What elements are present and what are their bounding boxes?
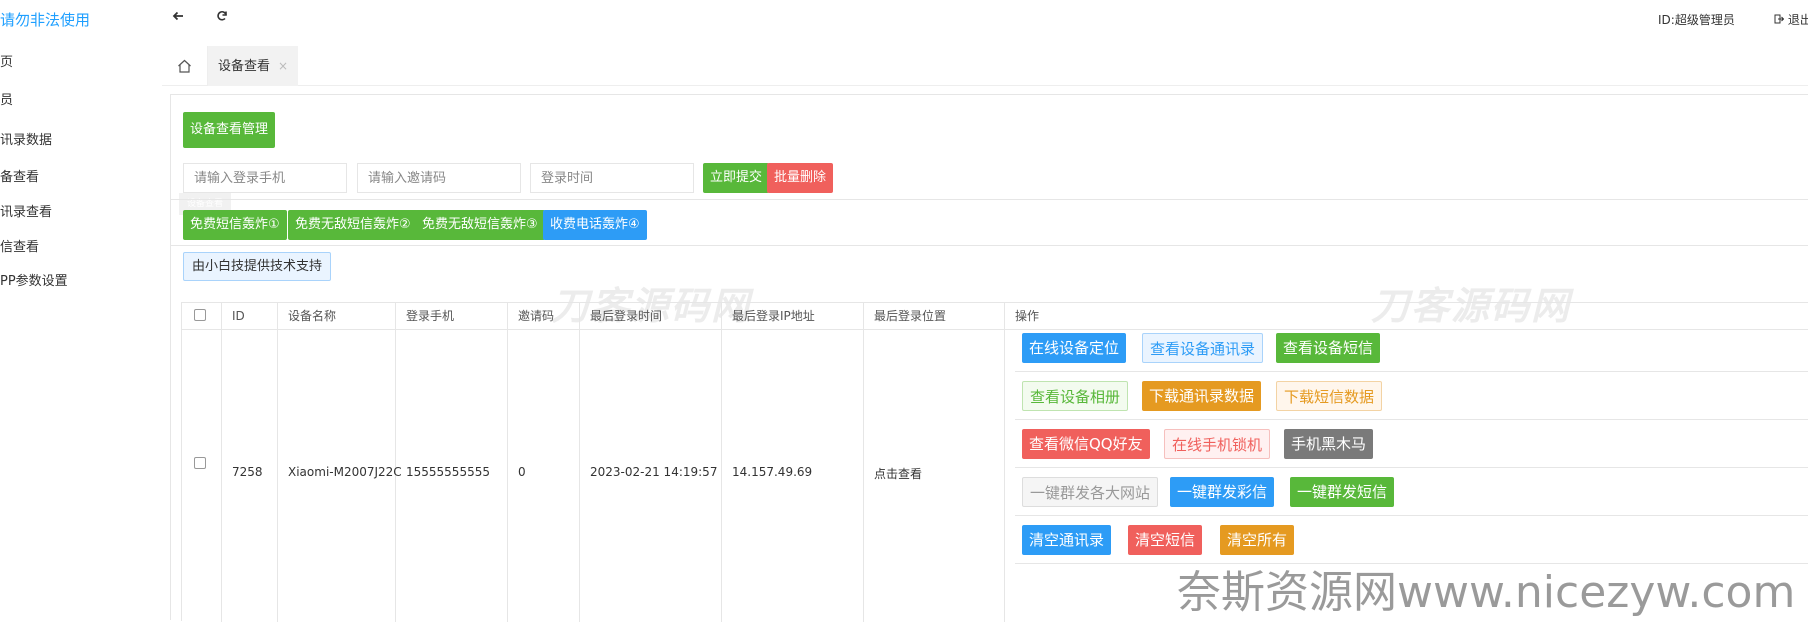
cell-phone: 15555555555	[396, 330, 508, 622]
header-last-loc: 最后登录位置	[864, 303, 1005, 330]
support-badge: 由小白技提供技术支持	[183, 252, 332, 281]
mass-mms-button[interactable]: 一键群发彩信	[1170, 477, 1275, 507]
header-last-time: 最后登录时间	[580, 303, 722, 330]
tab-device-view[interactable]: 设备查看 ×	[208, 46, 299, 86]
select-all-checkbox[interactable]	[194, 309, 206, 321]
logout-label: 退出	[1787, 13, 1808, 27]
login-time-input[interactable]	[530, 163, 694, 193]
sms-bomb-3-button[interactable]: 免费无敌短信轰炸③	[415, 210, 545, 240]
ops-divider	[1015, 515, 1808, 516]
site-watermark: 奈斯资源网www.nicezyw.com	[1177, 567, 1796, 618]
trojan-button[interactable]: 手机黑木马	[1284, 429, 1374, 459]
close-icon[interactable]: ×	[278, 59, 288, 73]
clear-all-button[interactable]: 清空所有	[1220, 525, 1295, 555]
phone-input[interactable]	[183, 163, 347, 193]
sidebar-item-sms-view[interactable]: 信查看	[0, 236, 39, 255]
cell-last-time: 2023-02-21 14:19:57	[580, 330, 722, 622]
divider	[171, 199, 1808, 200]
view-wechat-qq-button[interactable]: 查看微信QQ好友	[1022, 429, 1150, 459]
header-invite: 邀请码	[508, 303, 580, 330]
sidebar-item-contacts-view[interactable]: 讯录查看	[0, 201, 52, 220]
mass-sms-button[interactable]: 一键群发短信	[1290, 477, 1395, 507]
header-phone: 登录手机	[396, 303, 508, 330]
header-ops: 操作	[1005, 303, 1808, 330]
header-device: 设备名称	[278, 303, 396, 330]
main-content: 设备查看管理 立即提交 批量删除 设备查看 免费短信轰炸① 免费无敌短信轰炸② …	[170, 94, 1808, 622]
header-id: ID	[222, 303, 278, 330]
ops-divider	[1015, 371, 1808, 372]
submit-button[interactable]: 立即提交	[703, 163, 770, 193]
download-sms-button[interactable]: 下载短信数据	[1276, 381, 1383, 411]
clear-sms-button[interactable]: 清空短信	[1128, 525, 1203, 555]
tab-label: 设备查看	[218, 59, 271, 74]
sidebar-item-home[interactable]: 页	[0, 51, 13, 70]
refresh-icon[interactable]	[216, 10, 228, 26]
home-icon	[177, 58, 192, 77]
invite-code-input[interactable]	[357, 163, 521, 193]
lock-phone-button[interactable]: 在线手机锁机	[1164, 429, 1271, 459]
row-checkbox[interactable]	[194, 457, 206, 469]
clear-contacts-button[interactable]: 清空通讯录	[1022, 525, 1112, 555]
view-contacts-button[interactable]: 查看设备通讯录	[1142, 333, 1264, 363]
ops-divider	[1015, 419, 1808, 420]
sidebar: 页 员 讯录数据 备查看 讯录查看 信查看 PP参数设置	[0, 40, 160, 620]
location-link[interactable]: 点击查看	[864, 330, 1005, 622]
arrow-left-icon[interactable]	[172, 10, 184, 26]
call-bomb-4-button[interactable]: 收费电话轰炸④	[543, 210, 647, 240]
tab-bar: 设备查看 ×	[162, 46, 1808, 86]
view-sms-button[interactable]: 查看设备短信	[1276, 333, 1381, 363]
view-album-button[interactable]: 查看设备相册	[1022, 381, 1129, 411]
batch-delete-button[interactable]: 批量删除	[767, 163, 834, 193]
logout-icon	[1774, 13, 1788, 27]
header-last-ip: 最后登录IP地址	[722, 303, 864, 330]
brand-title: 请勿非法使用	[0, 11, 91, 29]
ops-divider	[1015, 467, 1808, 468]
sidebar-item-admin[interactable]: 员	[0, 89, 13, 108]
online-locate-button[interactable]: 在线设备定位	[1022, 333, 1127, 363]
divider	[171, 245, 1808, 246]
cell-last-ip: 14.157.49.69	[722, 330, 864, 622]
download-contacts-button[interactable]: 下载通讯录数据	[1142, 381, 1262, 411]
cell-invite: 0	[508, 330, 580, 622]
user-id[interactable]: ID:超级管理员	[1658, 11, 1735, 28]
logout-link[interactable]: 退出	[1774, 11, 1808, 28]
page-title-button[interactable]: 设备查看管理	[183, 112, 276, 148]
mass-web-button[interactable]: 一键群发各大网站	[1022, 477, 1159, 507]
tab-home[interactable]	[162, 46, 208, 86]
cell-id: 7258	[222, 330, 278, 622]
sidebar-item-app-settings[interactable]: PP参数设置	[0, 270, 68, 289]
select-all-cell	[182, 303, 222, 330]
sidebar-item-device-view[interactable]: 备查看	[0, 166, 39, 185]
sidebar-item-contacts-data[interactable]: 讯录数据	[0, 129, 52, 148]
sms-bomb-1-button[interactable]: 免费短信轰炸①	[183, 210, 287, 240]
top-bar: 请勿非法使用 ID:超级管理员 退出	[0, 0, 1808, 40]
cell-device: Xiaomi-M2007J22C	[278, 330, 402, 622]
row-checkbox-cell	[182, 330, 222, 622]
sms-bomb-2-button[interactable]: 免费无敌短信轰炸②	[288, 210, 418, 240]
